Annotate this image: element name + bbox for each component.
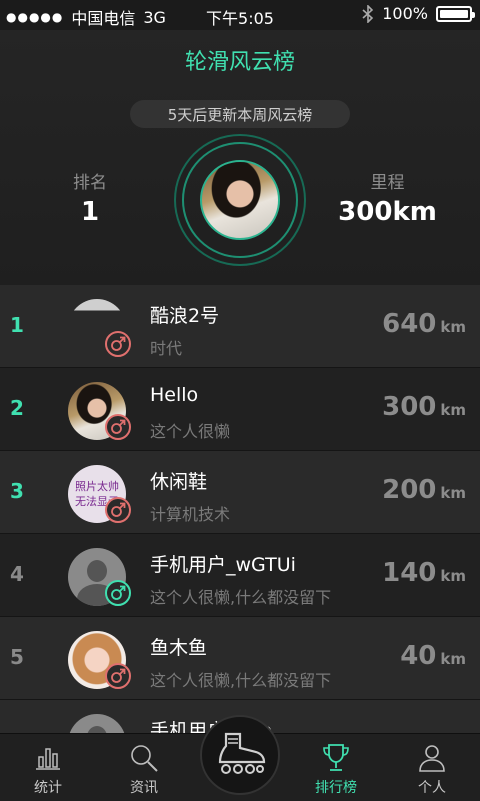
leaderboard-list: 1 酷浪2号 时代 640 km 2 Hello 这个人很懒 300 km 3 照片… [0,285,480,772]
search-icon [128,742,160,778]
bar-chart-icon [32,742,64,776]
list-item[interactable]: 2 Hello 这个人很懒 300 km [0,368,480,451]
battery-level [440,9,468,18]
rank-number: 2 [10,396,24,420]
rank-number: 4 [10,562,24,586]
distance-unit: km [440,484,466,502]
distance: 140 km [382,558,466,588]
list-item[interactable]: 5 鱼木鱼 这个人很懒,什么都没留下 40 km [0,617,480,700]
person-icon [416,742,448,778]
distance: 640 km [382,309,466,339]
user-signature: 计算机技术 [150,505,231,524]
distance-value: 40 [400,641,437,671]
tab-label: 资讯 [130,780,158,796]
male-icon [105,331,131,357]
distance-value: 300 [382,392,437,422]
user-signature: 这个人很懒,什么都没留下 [150,671,332,690]
battery-icon [436,5,475,22]
status-bar: ●●●●● 中国电信 3G 下午5:05 100% [0,0,480,30]
list-item[interactable]: 3 照片太帅 无法显示 休闲鞋 计算机技术 200 km [0,451,480,534]
user-signature: 这个人很懒 [150,422,231,441]
my-avatar-ring[interactable] [182,142,298,258]
tab-label: 统计 [34,780,62,796]
distance-unit: km [440,567,466,585]
male-icon [105,414,131,440]
distance-unit: km [440,401,466,419]
rank-label: 排名 [73,173,107,193]
user-name: 酷浪2号 [150,305,220,327]
tab-news[interactable]: 资讯 [104,734,184,801]
bluetooth-icon [362,4,374,23]
tab-label: 个人 [418,780,446,796]
roller-skate-icon [210,728,270,782]
rank-number: 5 [10,645,24,669]
user-signature: 这个人很懒,什么都没留下 [150,588,332,607]
distance: 200 km [382,475,466,505]
start-skating-button[interactable] [200,715,280,795]
tab-label: 排行榜 [315,780,357,796]
tab-leaderboard[interactable]: 排行榜 [296,734,376,801]
distance-unit: km [440,650,466,668]
list-item[interactable]: 4 手机用户_wGTUi 这个人很懒,什么都没留下 140 km [0,534,480,617]
leaderboard-header: 轮滑风云榜 5天后更新本周风云榜 排名 1 里程 300km [0,30,480,285]
male-icon [105,663,131,689]
distance: 40 km [400,641,466,671]
my-mileage: 里程 300km [335,168,440,227]
user-name: Hello [150,384,199,406]
trophy-icon [320,742,352,778]
distance-value: 200 [382,475,437,505]
list-item[interactable]: 1 酷浪2号 时代 640 km [0,285,480,368]
my-rank: 排名 1 [55,168,125,227]
tab-stats[interactable]: 统计 [8,734,88,801]
distance-unit: km [440,318,466,336]
battery-percent: 100% [382,4,428,23]
mileage-value: 300km [338,197,437,227]
mileage-label: 里程 [370,173,405,193]
page-title: 轮滑风云榜 [184,50,295,75]
my-avatar[interactable] [200,160,280,240]
user-name: 鱼木鱼 [150,637,208,659]
distance: 300 km [382,392,466,422]
rank-number: 3 [10,479,24,503]
male-icon [105,497,131,523]
user-name: 手机用户_wGTUi [150,554,296,576]
avatar-text-line: 照片太帅 [75,480,119,493]
update-notice: 5天后更新本周风云榜 [130,100,350,128]
distance-value: 140 [382,558,437,588]
user-signature: 时代 [150,339,183,358]
tab-profile[interactable]: 个人 [392,734,472,801]
user-name: 休闲鞋 [150,471,208,493]
rank-number: 1 [10,313,24,337]
rank-value: 1 [80,197,100,227]
distance-value: 640 [382,309,437,339]
male-icon [105,580,131,606]
